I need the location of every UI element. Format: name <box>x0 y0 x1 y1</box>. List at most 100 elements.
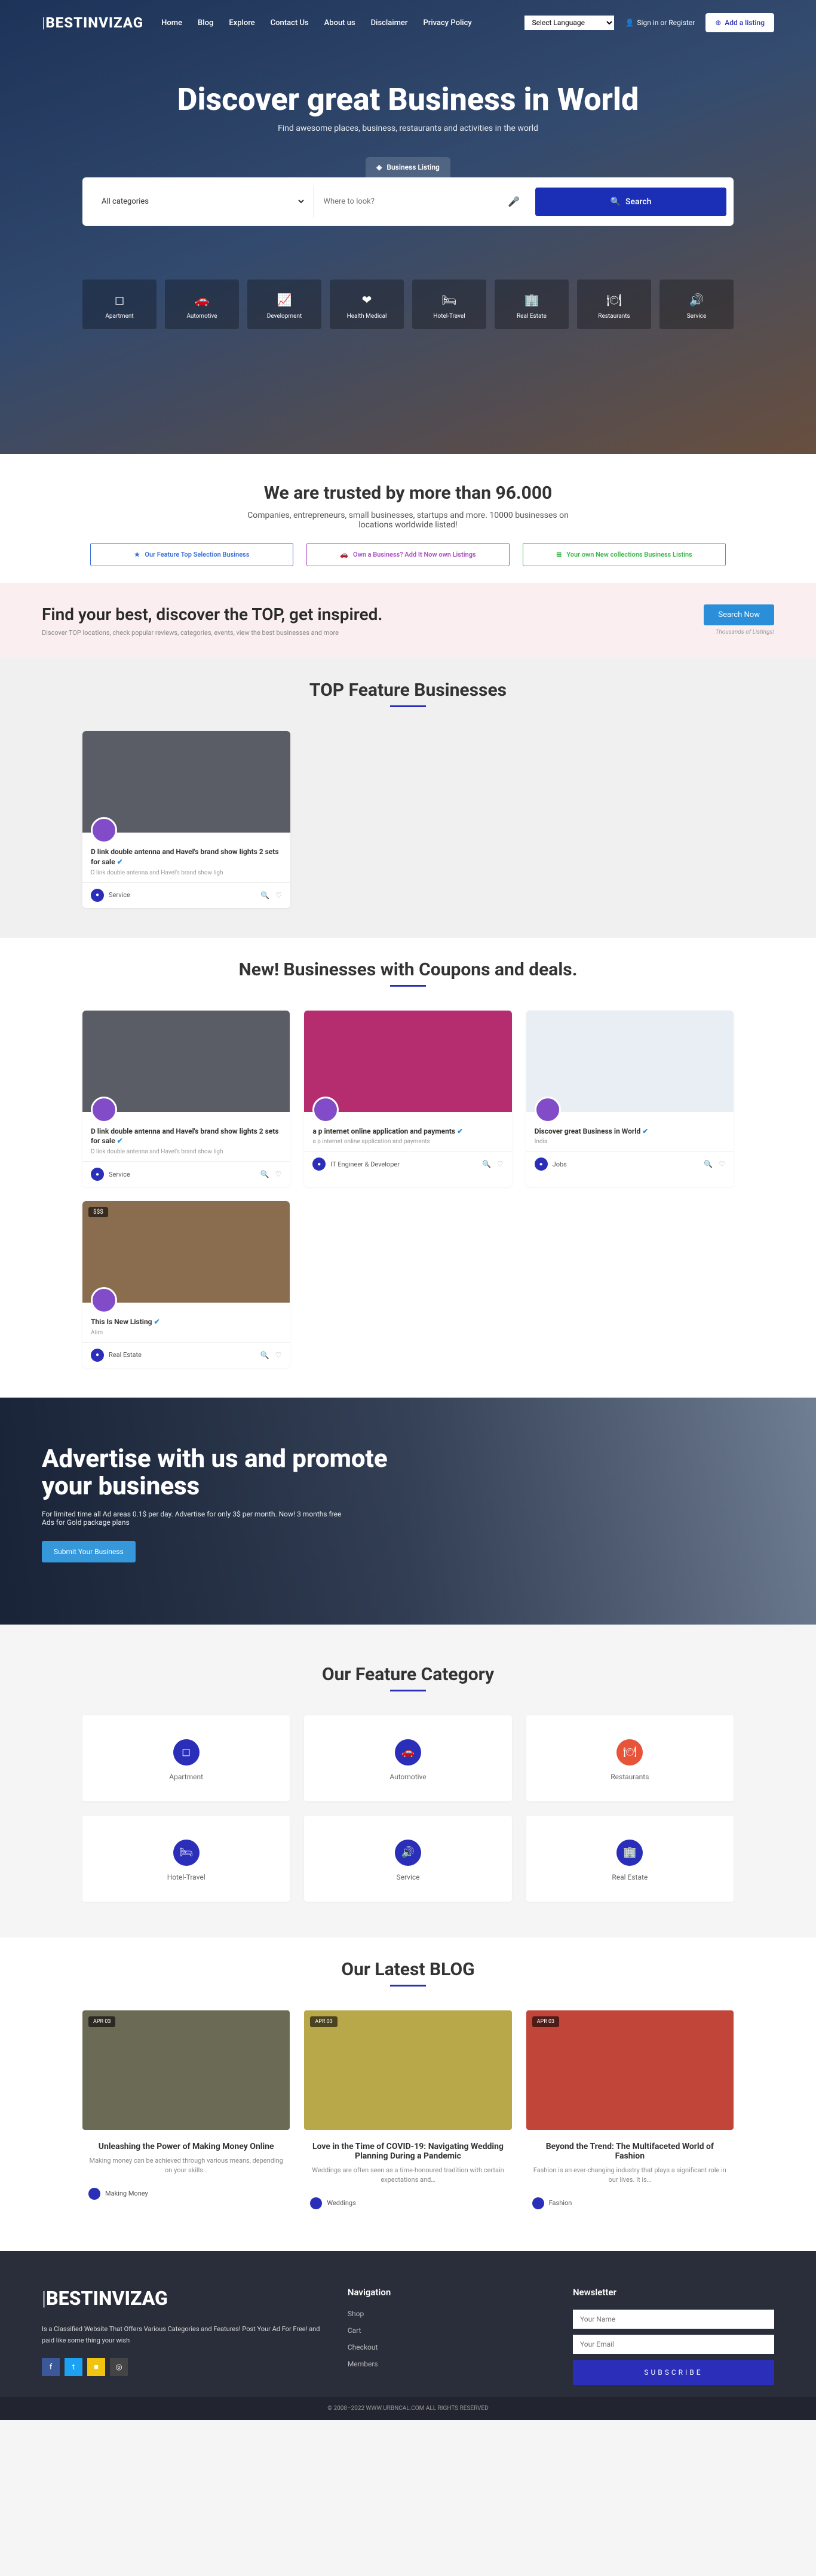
preview-icon[interactable]: 🔍 <box>260 891 269 899</box>
find-sub: Discover TOP locations, check popular re… <box>42 629 382 637</box>
advertise-section: Advertise with us and promote your busin… <box>0 1398 816 1625</box>
favorite-icon[interactable]: ♡ <box>719 1160 725 1168</box>
listing-image <box>526 1011 734 1112</box>
trust-box-collections[interactable]: ⊞Your own New collections Business Listi… <box>523 543 726 566</box>
fc-icon: 🚗 <box>395 1739 421 1766</box>
hero-cat-apartment[interactable]: ◻Apartment <box>82 280 157 329</box>
fc-label: Service <box>316 1873 499 1881</box>
signin-link[interactable]: 👤 Sign in or Register <box>625 19 695 27</box>
blog-desc: Making money can be achieved through var… <box>88 2156 284 2176</box>
preview-icon[interactable]: 🔍 <box>260 1170 269 1178</box>
cat-badge-icon: ● <box>91 1349 104 1362</box>
blog-card[interactable]: APR 03Beyond the Trend: The Multifaceted… <box>526 2010 734 2215</box>
hero-cat-automotive[interactable]: 🚗Automotive <box>165 280 239 329</box>
search-bar: All categories 🎤 🔍 Search <box>82 177 734 226</box>
newsletter-email-input[interactable] <box>573 2335 774 2354</box>
footer-link[interactable]: Shop <box>348 2310 549 2318</box>
nav-home[interactable]: Home <box>161 19 182 27</box>
hero-cat-hotel-travel[interactable]: 🛏Hotel-Travel <box>412 280 486 329</box>
listing-card[interactable]: $$$This Is New Listing ✔Alim●Real Estate… <box>82 1201 290 1368</box>
footer: |BESTINVIZAG Is a Classified Website Tha… <box>0 2251 816 2397</box>
cat-label: Apartment <box>86 313 153 320</box>
listing-image <box>82 1011 290 1112</box>
blog-title: Love in the Time of COVID-19: Navigating… <box>310 2142 505 2161</box>
nav-contact[interactable]: Contact Us <box>271 19 309 27</box>
listing-card[interactable]: Discover great Business in World ✔India●… <box>526 1011 734 1187</box>
blog-title: Unleashing the Power of Making Money Onl… <box>88 2142 284 2151</box>
hero-cat-development[interactable]: 📈Development <box>247 280 321 329</box>
instagram-icon[interactable]: ◎ <box>110 2358 128 2376</box>
hero-cat-service[interactable]: 🔊Service <box>659 280 734 329</box>
search-button[interactable]: 🔍 Search <box>535 188 726 216</box>
social-yellow-icon[interactable]: ■ <box>87 2358 105 2376</box>
listing-card[interactable]: a p internet online application and paym… <box>304 1011 511 1187</box>
nav-explore[interactable]: Explore <box>229 19 254 27</box>
twitter-icon[interactable]: t <box>65 2358 82 2376</box>
hero-cat-health medical[interactable]: ❤Health Medical <box>330 280 404 329</box>
footer-about-col: |BESTINVIZAG Is a Classified Website Tha… <box>42 2287 324 2385</box>
favorite-icon[interactable]: ♡ <box>275 891 282 899</box>
preview-icon[interactable]: 🔍 <box>260 1351 269 1359</box>
submit-business-button[interactable]: Submit Your Business <box>42 1541 136 1562</box>
blog-date: APR 03 <box>88 2016 115 2027</box>
site-logo[interactable]: |BESTINVIZAG <box>42 14 143 31</box>
preview-icon[interactable]: 🔍 <box>482 1160 491 1168</box>
hero-section: |BESTINVIZAG Home Blog Explore Contact U… <box>0 0 816 454</box>
blog-heading: Our Latest BLOG <box>0 1938 816 1992</box>
hero-cat-restaurants[interactable]: 🍽Restaurants <box>577 280 651 329</box>
cat-icon: 📈 <box>251 293 318 307</box>
cat-label: Health Medical <box>333 313 400 320</box>
fc-card-real estate[interactable]: 🏢Real Estate <box>526 1816 734 1902</box>
listing-footer: ●IT Engineer & Developer🔍♡ <box>304 1151 511 1177</box>
location-input[interactable] <box>313 185 492 218</box>
language-select[interactable]: Select Language <box>524 16 614 30</box>
subscribe-button[interactable]: SUBSCRIBE <box>573 2360 774 2385</box>
newsletter-heading: Newsletter <box>573 2287 774 2298</box>
add-listing-button[interactable]: ⊕ Add a listing <box>705 13 774 32</box>
fc-card-automotive[interactable]: 🚗Automotive <box>304 1715 511 1801</box>
preview-icon[interactable]: 🔍 <box>704 1160 713 1168</box>
fc-label: Apartment <box>94 1773 278 1781</box>
nav-about[interactable]: About us <box>324 19 355 27</box>
hero-cat-real estate[interactable]: 🏢Real Estate <box>495 280 569 329</box>
category-select[interactable]: All categories <box>90 185 306 219</box>
favorite-icon[interactable]: ♡ <box>275 1170 282 1178</box>
fc-card-apartment[interactable]: ◻Apartment <box>82 1715 290 1801</box>
listing-card[interactable]: D link double antenna and Havel's brand … <box>82 731 290 908</box>
fc-card-service[interactable]: 🔊Service <box>304 1816 511 1902</box>
top-nav: |BESTINVIZAG Home Blog Explore Contact U… <box>0 0 816 45</box>
tag-icon: ◈ <box>376 163 382 171</box>
search-now-button[interactable]: Search Now <box>704 604 774 625</box>
listing-image: $$$ <box>82 1201 290 1303</box>
cat-label: Restaurants <box>581 313 648 320</box>
blog-title: Beyond the Trend: The Multifaceted World… <box>532 2142 728 2161</box>
newsletter-name-input[interactable] <box>573 2310 774 2329</box>
footer-link[interactable]: Cart <box>348 2326 549 2335</box>
favorite-icon[interactable]: ♡ <box>497 1160 504 1168</box>
fc-card-hotel-travel[interactable]: 🛏Hotel-Travel <box>82 1816 290 1902</box>
listing-desc: India <box>535 1138 725 1145</box>
trust-box-feature[interactable]: ★Our Feature Top Selection Business <box>90 543 293 566</box>
nav-links: Home Blog Explore Contact Us About us Di… <box>161 19 472 27</box>
listing-footer: ●Real Estate🔍♡ <box>82 1342 290 1368</box>
nav-disclaimer[interactable]: Disclaimer <box>371 19 408 27</box>
blog-image: APR 03 <box>304 2010 511 2130</box>
user-icon: 👤 <box>625 19 634 27</box>
mic-icon[interactable]: 🎤 <box>499 196 528 207</box>
blog-desc: Weddings are often seen as a time-honour… <box>310 2166 505 2185</box>
footer-link[interactable]: Checkout <box>348 2343 549 2351</box>
facebook-icon[interactable]: f <box>42 2358 60 2376</box>
search-tab[interactable]: ◈ Business Listing <box>366 157 450 177</box>
favorite-icon[interactable]: ♡ <box>275 1351 282 1359</box>
trust-box-own[interactable]: 🚗Own a Business? Add It Now own Listings <box>306 543 510 566</box>
nav-privacy[interactable]: Privacy Policy <box>423 19 471 27</box>
blog-card[interactable]: APR 03 Unleashing the Power of Making Mon… <box>82 2010 290 2215</box>
advertise-desc: For limited time all Ad areas 0.1$ per d… <box>42 1510 352 1527</box>
fc-card-restaurants[interactable]: 🍽Restaurants <box>526 1715 734 1801</box>
nav-blog[interactable]: Blog <box>198 19 213 27</box>
listing-card[interactable]: D link double antenna and Havel's brand … <box>82 1011 290 1187</box>
listing-avatar <box>91 1287 117 1313</box>
footer-link[interactable]: Members <box>348 2360 549 2368</box>
blog-card[interactable]: APR 03 Love in the Time of COVID-19: Navi… <box>304 2010 511 2215</box>
social-links: f t ■ ◎ <box>42 2358 324 2376</box>
